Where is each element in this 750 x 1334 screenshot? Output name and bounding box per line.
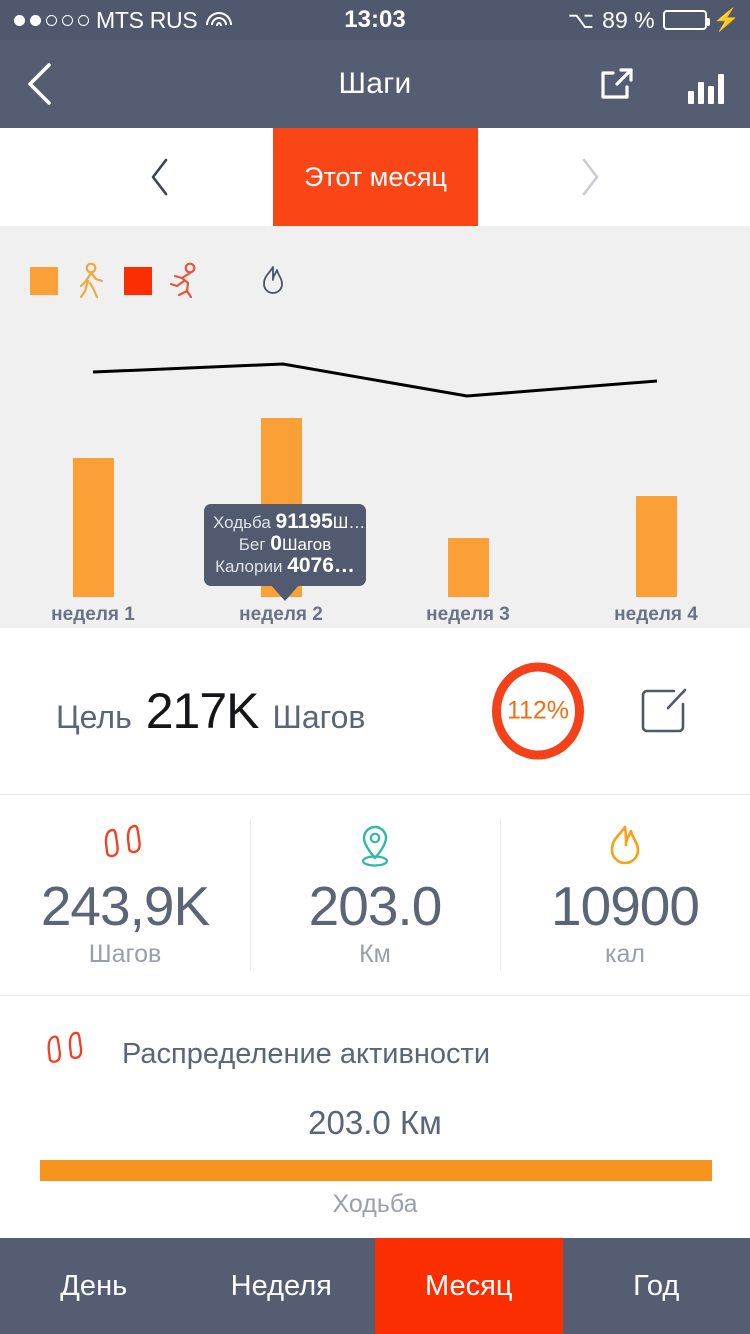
chart-xlabel-week-1: неделя 1: [51, 604, 135, 625]
chart-bar-week-3: [448, 538, 489, 597]
stats-row: 243,9K Шагов 203.0 Км 10900 кал: [0, 795, 750, 995]
carrier-label: MTS RUS: [96, 6, 198, 33]
status-bar-left: MTS RUS: [14, 6, 233, 34]
goal-unit: Шагов: [272, 699, 366, 735]
status-bar: MTS RUS 13:03 ⌥ 89 % ⚡: [0, 0, 750, 40]
period-selector: Этот месяц: [0, 128, 750, 226]
next-period-button[interactable]: [545, 128, 635, 226]
distribution-bar-label: Ходьба: [332, 1190, 418, 1218]
footprints-icon: [104, 824, 141, 857]
chevron-left-icon: [151, 158, 168, 196]
wifi-icon: [206, 11, 233, 30]
location-pin-icon: [361, 825, 389, 867]
battery-percent-label: 89 %: [602, 6, 655, 33]
previous-period-button[interactable]: [115, 128, 205, 226]
chart-xlabel-week-2: неделя 2: [239, 604, 323, 625]
goal-text: Цель 217K Шагов: [56, 682, 365, 740]
share-button[interactable]: [594, 62, 638, 106]
status-bar-right: ⌥ 89 % ⚡: [568, 7, 740, 34]
stat-value-steps: 243,9K: [40, 874, 210, 937]
page-title: Шаги: [338, 67, 412, 100]
lightning-bolt-icon: ⚡: [712, 7, 740, 32]
chevron-right-icon: [582, 158, 599, 196]
bluetooth-icon: ⌥: [567, 6, 595, 33]
stat-value-distance: 203.0: [308, 874, 443, 937]
app-screen: MTS RUS 13:03 ⌥ 89 % ⚡ Шаги Этот месяц Х…: [0, 0, 750, 1334]
stat-label-calories: кал: [605, 939, 645, 968]
chart-bar-week-1: [73, 458, 114, 597]
back-button[interactable]: [16, 61, 62, 107]
edit-pencil-icon: [641, 688, 687, 733]
tab-day[interactable]: День: [0, 1238, 188, 1334]
battery-icon: [662, 10, 710, 30]
footprints-icon: [47, 1031, 83, 1063]
goal-progress-ring: 112%: [492, 662, 584, 760]
current-period-label[interactable]: Этот месяц: [273, 128, 478, 226]
distribution-bar-walking: [40, 1160, 712, 1181]
signal-strength-icon: [14, 14, 89, 26]
edit-goal-button[interactable]: [634, 682, 692, 740]
chart-xlabel-week-3: неделя 3: [426, 604, 510, 625]
flame-icon: [610, 825, 640, 864]
stat-distance: 203.0 Км: [250, 795, 500, 995]
tab-year[interactable]: Год: [563, 1238, 750, 1334]
distribution-header: Распределение активности: [40, 1030, 490, 1078]
bar-chart-icon: [688, 91, 694, 104]
tooltip-pointer: [270, 584, 300, 601]
tab-month[interactable]: Месяц: [375, 1238, 563, 1334]
tooltip-row-walking: Ходьба 91195Ш…: [213, 510, 366, 533]
statistics-button[interactable]: [684, 64, 728, 104]
goal-value: 217K: [145, 683, 260, 739]
chart-tooltip: Ходьба 91195Ш… Бег 0Шагов Калории 4076…: [204, 504, 366, 601]
distribution-value: 203.0 Км: [308, 1104, 442, 1141]
stat-steps: 243,9K Шагов: [0, 795, 250, 995]
stat-calories: 10900 кал: [500, 795, 750, 995]
chevron-left-icon: [28, 63, 51, 105]
goal-section: Цель 217K Шагов 112%: [0, 628, 750, 794]
tooltip-row-running: Бег 0Шагов: [238, 532, 332, 555]
tab-week[interactable]: Неделя: [188, 1238, 376, 1334]
chart-xlabel-week-4: неделя 4: [614, 604, 698, 625]
navigation-bar: Шаги: [0, 40, 750, 128]
stat-value-calories: 10900: [551, 874, 700, 937]
activity-chart[interactable]: Ходьба 91195Ш… Бег 0Шагов Калории 4076… …: [0, 226, 750, 628]
share-icon: [601, 68, 633, 99]
clock-label: 13:03: [344, 6, 406, 33]
chart-bar-week-4: [636, 496, 677, 597]
bottom-tab-bar: День Неделя Месяц Год: [0, 1238, 750, 1334]
goal-progress-label: 112%: [506, 696, 570, 725]
chart-line-calories: [92, 362, 658, 398]
distribution-title: Распределение активности: [122, 1037, 491, 1070]
stat-label-distance: Км: [359, 939, 391, 968]
chart-canvas: [73, 362, 677, 597]
stat-label-steps: Шагов: [88, 939, 162, 968]
goal-label: Цель: [56, 699, 132, 735]
tooltip-row-calories: Калории 4076…: [215, 554, 355, 577]
